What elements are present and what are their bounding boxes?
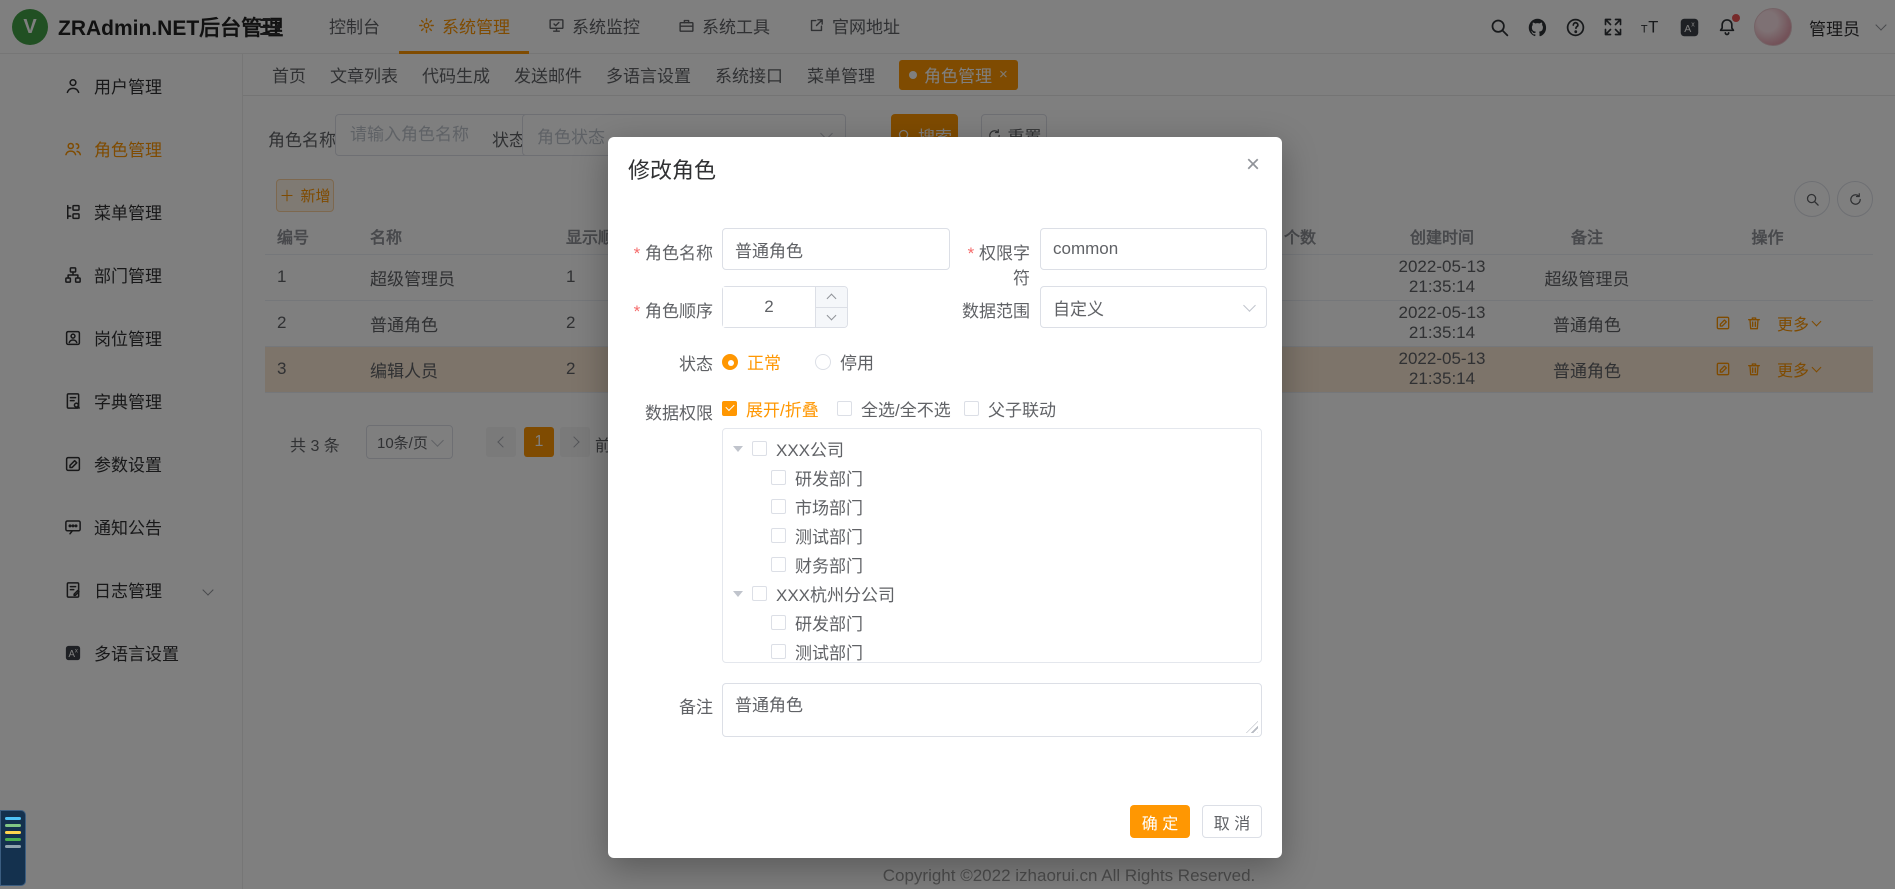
radio-icon (722, 354, 738, 370)
caret-down-icon[interactable] (733, 446, 743, 452)
checkbox-icon[interactable] (771, 499, 786, 514)
confirm-button[interactable]: 确 定 (1130, 805, 1190, 838)
checkbox-icon[interactable] (771, 615, 786, 630)
perm-char-field-label: 权限字符 (953, 239, 1030, 289)
checkbox-select-all[interactable]: 全选/全不选 (837, 396, 964, 421)
remark-textarea[interactable]: 普通角色 (722, 683, 1262, 737)
checkbox-expand-collapse[interactable]: 展开/折叠 (722, 396, 837, 421)
checkbox-parent-child-link[interactable]: 父子联动 (964, 396, 1056, 421)
permission-tree: XXX公司研发部门市场部门测试部门财务部门XXX杭州分公司研发部门测试部门 (722, 428, 1262, 663)
radio-normal-label: 正常 (747, 349, 781, 374)
tree-leaf[interactable]: 研发部门 (723, 463, 1261, 492)
radio-normal[interactable]: 正常 (722, 349, 781, 374)
tree-node-2[interactable]: XXX杭州分公司 (723, 579, 1261, 608)
checkbox-icon (964, 401, 979, 416)
tree-node-label: XXX杭州分公司 (776, 581, 895, 606)
role-order-field-label: 角色顺序 (618, 297, 713, 322)
tree-leaf[interactable]: 财务部门 (723, 550, 1261, 579)
role-name-field-label: 角色名称 (618, 239, 713, 264)
checkbox-label: 展开/折叠 (746, 396, 819, 421)
tree-leaf-label: 研发部门 (795, 465, 863, 490)
role-order-input[interactable] (723, 287, 815, 327)
checkbox-label: 全选/全不选 (861, 396, 951, 421)
radio-icon (815, 354, 831, 370)
cancel-button[interactable]: 取 消 (1202, 805, 1262, 838)
decrease-button[interactable] (816, 308, 847, 328)
data-scope-field-label: 数据范围 (953, 297, 1030, 322)
role-order-stepper (722, 286, 848, 328)
tree-node-1[interactable]: XXX公司 (723, 434, 1261, 463)
close-icon[interactable]: × (1246, 153, 1260, 177)
chevron-down-icon (827, 311, 837, 321)
tree-leaf-label: 测试部门 (795, 639, 863, 663)
tree-leaf[interactable]: 测试部门 (723, 637, 1261, 663)
checkbox-icon[interactable] (771, 470, 786, 485)
tree-leaf[interactable]: 研发部门 (723, 608, 1261, 637)
checkbox-icon[interactable] (771, 557, 786, 572)
checkbox-icon[interactable] (771, 528, 786, 543)
perm-char-field[interactable] (1040, 228, 1267, 270)
dialog-title: 修改角色 (628, 153, 716, 185)
tree-leaf-label: 市场部门 (795, 494, 863, 519)
chevron-down-icon (1243, 299, 1256, 312)
tree-leaf-label: 财务部门 (795, 552, 863, 577)
chevron-up-icon (827, 293, 837, 303)
checkbox-icon (837, 401, 852, 416)
data-perm-field-label: 数据权限 (618, 399, 713, 424)
status-field-label: 状态 (618, 350, 713, 375)
tree-leaf-label: 研发部门 (795, 610, 863, 635)
checkbox-icon[interactable] (752, 586, 767, 601)
increase-button[interactable] (816, 287, 847, 308)
checkbox-label: 父子联动 (988, 396, 1056, 421)
role-name-field[interactable] (722, 228, 950, 270)
caret-down-icon[interactable] (733, 591, 743, 597)
tree-leaf-label: 测试部门 (795, 523, 863, 548)
checkbox-icon[interactable] (752, 441, 767, 456)
radio-disabled[interactable]: 停用 (815, 349, 874, 374)
checkbox-icon (722, 401, 737, 416)
checkbox-icon[interactable] (771, 644, 786, 659)
data-scope-value: 自定义 (1053, 295, 1104, 320)
floating-widget[interactable] (0, 810, 26, 886)
remark-field-label: 备注 (618, 693, 713, 718)
tree-leaf[interactable]: 测试部门 (723, 521, 1261, 550)
status-radio-group: 正常 停用 (722, 349, 874, 374)
data-scope-select[interactable]: 自定义 (1040, 286, 1267, 328)
radio-disabled-label: 停用 (840, 349, 874, 374)
data-perm-options: 展开/折叠 全选/全不选 父子联动 (722, 396, 1056, 421)
tree-leaf[interactable]: 市场部门 (723, 492, 1261, 521)
tree-node-label: XXX公司 (776, 436, 844, 461)
edit-role-dialog: 修改角色 × 角色名称 权限字符 角色顺序 数据范围 自定义 状态 正常 停用 … (608, 137, 1282, 858)
